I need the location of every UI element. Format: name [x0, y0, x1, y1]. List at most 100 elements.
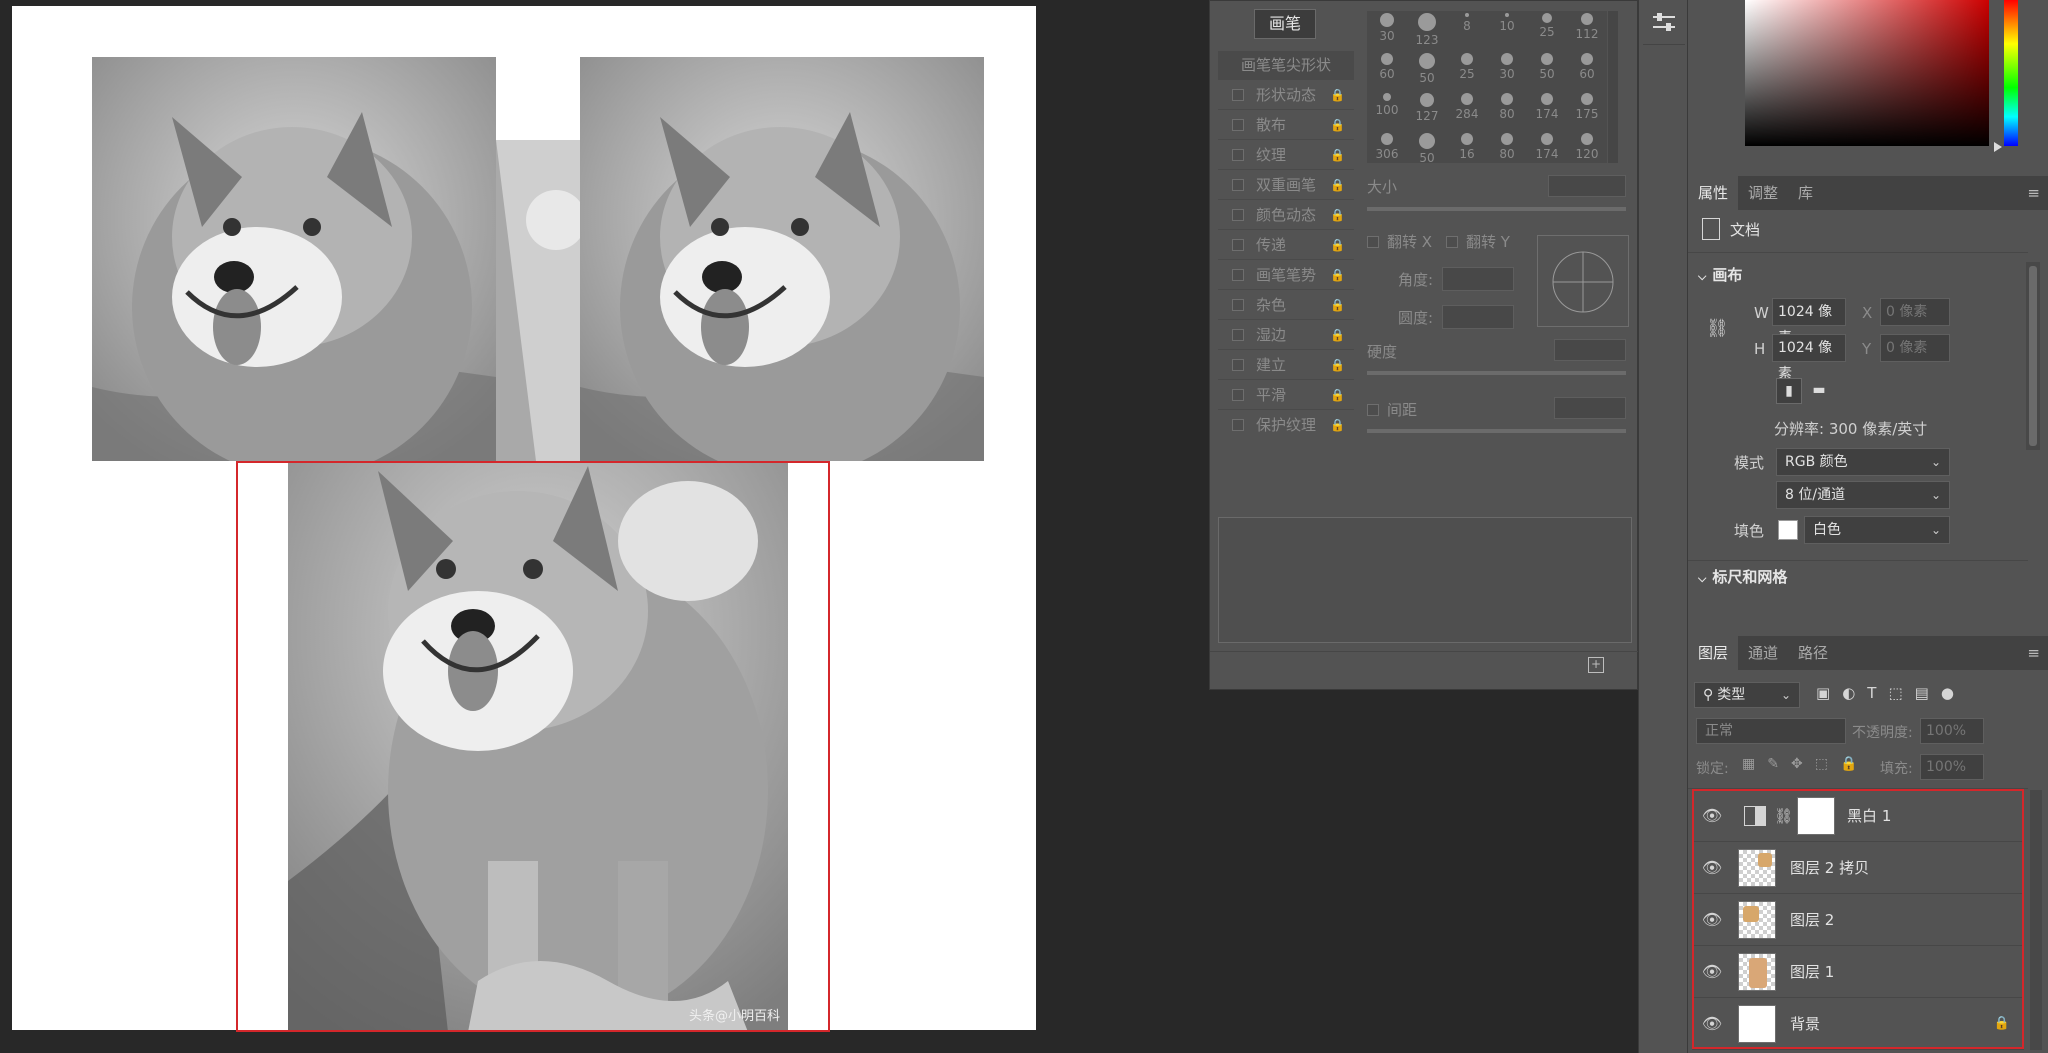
- layer-name[interactable]: 图层 1: [1790, 961, 1834, 982]
- option-checkbox[interactable]: [1232, 358, 1244, 371]
- tab-layers[interactable]: 图层: [1688, 636, 1739, 670]
- layer-mask-thumbnail[interactable]: [1797, 796, 1836, 835]
- lock-icon[interactable]: 🔒: [1330, 208, 1345, 222]
- roundness-field[interactable]: [1442, 305, 1514, 329]
- lock-paint-icon[interactable]: ✎: [1767, 756, 1779, 772]
- brush-tip[interactable]: 25: [1527, 11, 1567, 51]
- layer-row[interactable]: 👁 图层 1: [1692, 946, 2024, 998]
- option-checkbox[interactable]: [1232, 118, 1244, 131]
- brush-tip[interactable]: 25: [1447, 51, 1487, 91]
- layer-name[interactable]: 背景: [1790, 1013, 1820, 1034]
- option-checkbox[interactable]: [1232, 328, 1244, 341]
- spacing-slider[interactable]: [1367, 429, 1626, 433]
- canvas-section-header[interactable]: ⌵ 画布: [1698, 264, 1742, 285]
- option-checkbox[interactable]: [1232, 178, 1244, 191]
- shape-filter-icon[interactable]: ⬚: [1888, 684, 1902, 702]
- lock-icon[interactable]: 🔒: [1330, 268, 1345, 282]
- option-checkbox[interactable]: [1232, 238, 1244, 251]
- option-checkbox[interactable]: [1232, 268, 1244, 281]
- y-input[interactable]: 0 像素: [1880, 334, 1950, 362]
- brush-option[interactable]: 双重画笔 🔒: [1218, 169, 1354, 199]
- brush-option[interactable]: 颜色动态 🔒: [1218, 199, 1354, 229]
- layer-thumbnail[interactable]: [1738, 1004, 1776, 1043]
- opacity-input[interactable]: 100%: [1920, 718, 1984, 744]
- layer-thumbnail[interactable]: [1738, 952, 1776, 991]
- brush-tip[interactable]: 80: [1487, 131, 1527, 163]
- brush-tip[interactable]: 60: [1367, 51, 1407, 91]
- layer-name[interactable]: 图层 2 拷贝: [1790, 857, 1869, 878]
- hue-slider-marker[interactable]: [1994, 142, 2002, 152]
- brush-option[interactable]: 建立 🔒: [1218, 349, 1354, 379]
- spacing[interactable]: 间距: [1367, 399, 1417, 420]
- brush-tip[interactable]: 80: [1487, 91, 1527, 131]
- hue-slider[interactable]: [2004, 0, 2018, 146]
- brush-tip[interactable]: 100: [1367, 91, 1407, 131]
- tab-libraries[interactable]: 库: [1788, 176, 1823, 210]
- smart-object-filter-icon[interactable]: ▤: [1915, 684, 1929, 702]
- new-brush-icon[interactable]: +: [1588, 657, 1604, 673]
- properties-toggle-icon[interactable]: [1649, 8, 1679, 38]
- image-filter-icon[interactable]: ▣: [1816, 684, 1830, 702]
- bit-depth-dropdown[interactable]: 8 位/通道 ⌄: [1776, 481, 1950, 509]
- lock-all-icon[interactable]: 🔒: [1840, 756, 1857, 772]
- option-checkbox[interactable]: [1232, 418, 1244, 431]
- tip-shape-label[interactable]: 画笔笔尖形状: [1218, 51, 1354, 79]
- x-input[interactable]: 0 像素: [1880, 298, 1950, 326]
- brush-tip[interactable]: 8: [1447, 11, 1487, 51]
- fill-opacity-input[interactable]: 100%: [1920, 754, 1984, 780]
- brush-tip[interactable]: 10: [1487, 11, 1527, 51]
- lock-icon[interactable]: 🔒: [1330, 358, 1345, 372]
- flip-x[interactable]: 翻转 X: [1367, 231, 1432, 252]
- brush-tip[interactable]: 50: [1407, 51, 1447, 91]
- lock-icon[interactable]: 🔒: [1330, 298, 1345, 312]
- brush-tip[interactable]: 30: [1367, 11, 1407, 51]
- blend-mode-dropdown[interactable]: 正常: [1696, 718, 1846, 744]
- brush-option[interactable]: 形状动态 🔒: [1218, 79, 1354, 109]
- option-checkbox[interactable]: [1232, 298, 1244, 311]
- flip-x-checkbox[interactable]: [1367, 235, 1379, 248]
- angle-field[interactable]: [1442, 267, 1514, 291]
- visibility-eye-icon[interactable]: 👁: [1692, 962, 1732, 981]
- visibility-eye-icon[interactable]: 👁: [1692, 806, 1732, 825]
- lock-icon[interactable]: 🔒: [1330, 238, 1345, 252]
- panel-menu-icon[interactable]: ≡: [2027, 636, 2048, 670]
- landscape-orientation-icon[interactable]: ▬: [1806, 378, 1832, 404]
- layer-row[interactable]: 👁 ⛓ 黑白 1: [1692, 790, 2024, 842]
- link-icon[interactable]: ⛓: [1706, 318, 1729, 339]
- tab-paths[interactable]: 路径: [1788, 636, 1838, 670]
- adjustment-filter-icon[interactable]: ◐: [1842, 684, 1855, 702]
- flip-y[interactable]: 翻转 Y: [1446, 231, 1510, 252]
- height-input[interactable]: 1024 像素: [1772, 334, 1846, 382]
- lock-icon[interactable]: 🔒: [1330, 88, 1345, 102]
- lock-position-icon[interactable]: ✥: [1791, 756, 1803, 772]
- option-checkbox[interactable]: [1232, 208, 1244, 221]
- brush-option[interactable]: 湿边 🔒: [1218, 319, 1354, 349]
- layers-scrollbar[interactable]: [2030, 790, 2042, 1050]
- size-slider[interactable]: [1367, 207, 1626, 211]
- tab-adjustments[interactable]: 调整: [1738, 176, 1788, 210]
- lock-icon[interactable]: 🔒: [1330, 118, 1345, 132]
- tip-grid-scrollbar[interactable]: [1608, 11, 1618, 163]
- layer-row[interactable]: 👁 背景 🔒: [1692, 998, 2024, 1050]
- portrait-orientation-icon[interactable]: ▮: [1776, 378, 1802, 404]
- brush-option[interactable]: 平滑 🔒: [1218, 379, 1354, 409]
- width-input[interactable]: 1024 像素: [1772, 298, 1846, 346]
- size-field[interactable]: [1548, 175, 1626, 197]
- layer-row[interactable]: 👁 图层 2: [1692, 894, 2024, 946]
- option-checkbox[interactable]: [1232, 88, 1244, 101]
- brush-option[interactable]: 散布 🔒: [1218, 109, 1354, 139]
- spacing-field[interactable]: [1554, 397, 1626, 419]
- spacing-checkbox[interactable]: [1367, 403, 1379, 416]
- type-filter-icon[interactable]: T: [1867, 684, 1876, 702]
- mode-dropdown[interactable]: RGB 颜色 ⌄: [1776, 448, 1950, 476]
- visibility-eye-icon[interactable]: 👁: [1692, 910, 1732, 929]
- fill-dropdown[interactable]: 白色 ⌄: [1804, 516, 1950, 544]
- flip-y-checkbox[interactable]: [1446, 235, 1458, 248]
- option-checkbox[interactable]: [1232, 148, 1244, 161]
- lock-icon[interactable]: 🔒: [1330, 148, 1345, 162]
- hardness-field[interactable]: [1554, 339, 1626, 361]
- angle-roundness-preview[interactable]: [1537, 235, 1629, 327]
- brush-tip[interactable]: 175: [1567, 91, 1607, 131]
- layer-name[interactable]: 黑白 1: [1847, 805, 1891, 826]
- brush-tip-grid[interactable]: 30 123 8 10 25 112 60 50 25 30 50 60 100 127 284 80 174 1…: [1367, 11, 1607, 163]
